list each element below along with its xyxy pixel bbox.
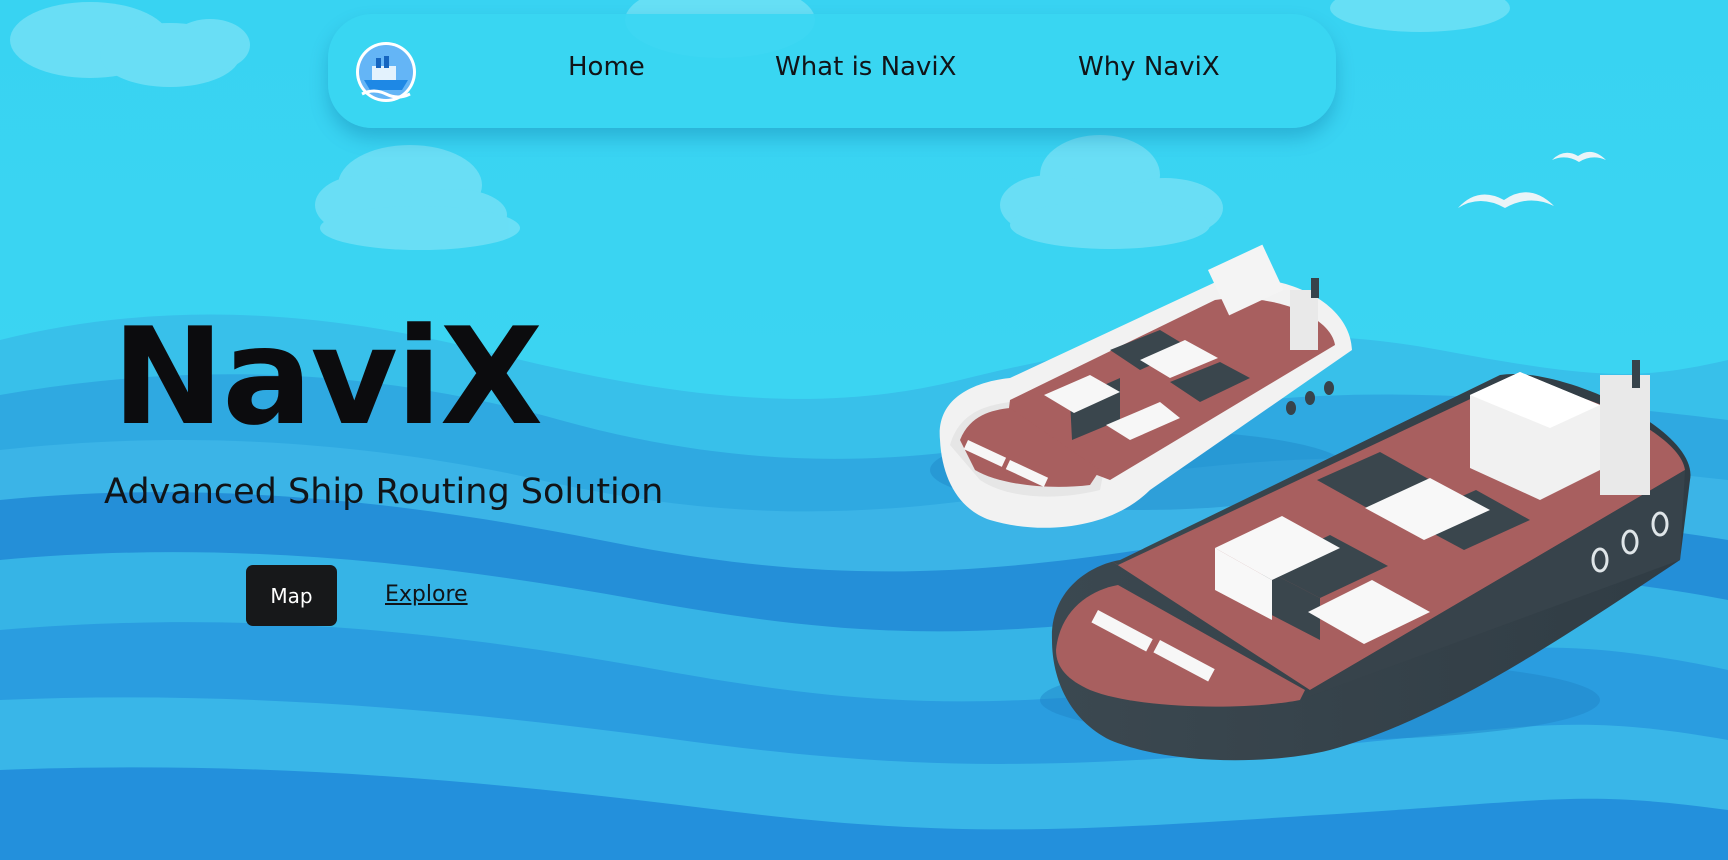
nav-link-what-is-navix[interactable]: What is NaviX [775, 52, 956, 82]
nav-link-home[interactable]: Home [568, 52, 645, 82]
top-navigation-bar: Home What is NaviX Why NaviX [328, 14, 1336, 128]
map-button[interactable]: Map [246, 565, 337, 626]
explore-link[interactable]: Explore [385, 582, 468, 607]
hero-title: NaviX [112, 299, 543, 455]
ship-logo-icon[interactable] [354, 40, 418, 104]
hero-subtitle: Advanced Ship Routing Solution [104, 472, 664, 512]
nav-link-why-navix[interactable]: Why NaviX [1078, 52, 1220, 82]
